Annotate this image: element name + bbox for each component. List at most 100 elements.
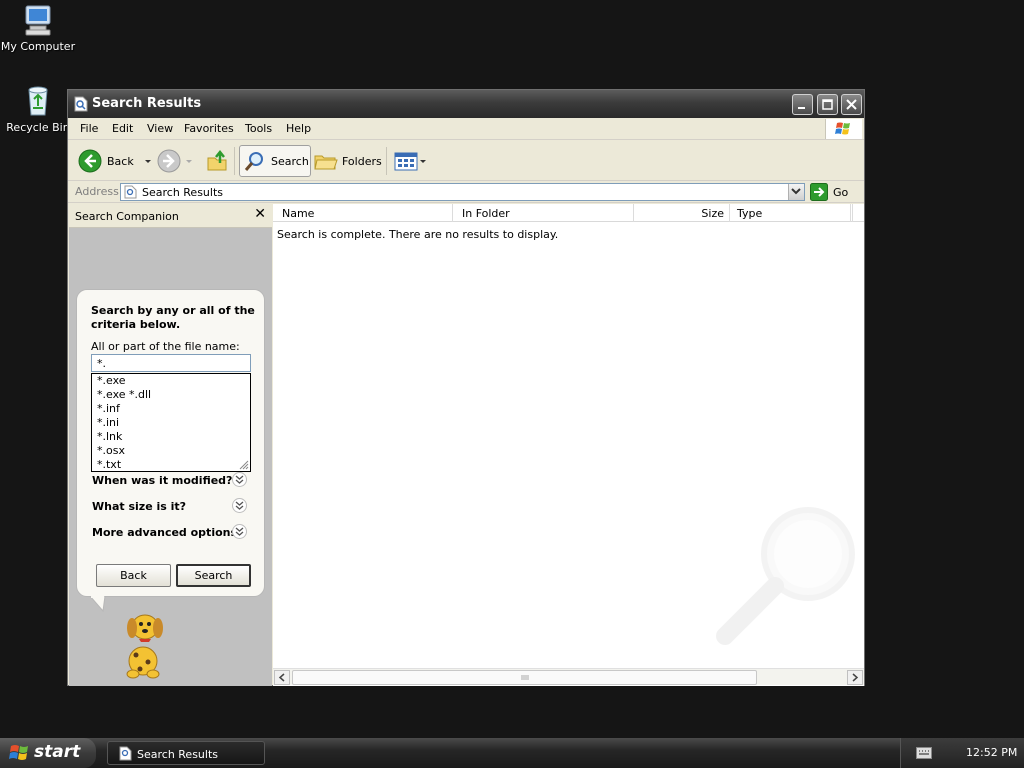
desktop-icon-label: My Computer [0, 40, 76, 53]
views-button[interactable] [394, 145, 428, 177]
go-button[interactable]: Go [810, 183, 848, 201]
menu-file[interactable]: File [80, 122, 98, 135]
folders-button[interactable]: Folders [314, 145, 382, 177]
keyboard-icon[interactable] [916, 747, 932, 759]
search-companion-title: Search Companion [75, 210, 179, 223]
computer-icon [21, 3, 55, 37]
taskbar: start Search Results 12:52 PM [0, 738, 1024, 768]
autocomplete-item[interactable]: *.exe [92, 374, 250, 388]
chevron-down-icon [186, 160, 192, 163]
forward-button[interactable] [157, 145, 194, 177]
chevron-down-icon [420, 160, 426, 163]
double-chevron-down-icon [235, 475, 244, 484]
column-headers: Name In Folder Size Type [273, 204, 864, 222]
menu-view[interactable]: View [147, 122, 173, 135]
address-input[interactable]: Search Results [120, 183, 805, 201]
address-bar: Address Search Results Go [68, 181, 864, 203]
menu-edit[interactable]: Edit [112, 122, 133, 135]
search-icon [244, 152, 263, 171]
expand-date-modified-button[interactable] [232, 472, 247, 487]
column-in-folder[interactable]: In Folder [454, 204, 634, 222]
filename-input[interactable]: *. [91, 354, 251, 372]
double-chevron-down-icon [235, 501, 244, 510]
back-label: Back [107, 154, 134, 168]
autocomplete-item[interactable]: *.ini [92, 416, 250, 430]
back-button[interactable]: Back [78, 145, 153, 177]
expand-size-button[interactable] [232, 498, 247, 513]
minimize-button[interactable] [792, 94, 813, 115]
title-bar[interactable]: Search Results [68, 90, 864, 118]
search-label: Search [271, 154, 309, 168]
search-results-icon [124, 185, 137, 199]
folders-label: Folders [342, 154, 382, 168]
recycle-bin-icon [21, 84, 55, 118]
scroll-right-button[interactable] [847, 670, 863, 685]
start-label: start [34, 742, 81, 762]
menu-help[interactable]: Help [286, 122, 311, 135]
taskbar-button-label: Search Results [137, 748, 219, 761]
search-results-icon [119, 746, 132, 761]
chevron-right-icon [852, 673, 859, 682]
resize-grip-icon[interactable] [238, 459, 249, 470]
address-dropdown-button[interactable] [788, 184, 804, 200]
search-results-icon [74, 96, 88, 112]
filename-label: All or part of the file name: [91, 340, 240, 353]
expand-advanced-button[interactable] [232, 524, 247, 539]
column-type[interactable]: Type [731, 204, 851, 222]
up-folder-icon [207, 149, 227, 171]
search-companion-pane: Search Companion ✕ Search by any or all … [69, 204, 272, 686]
column-more[interactable] [852, 204, 864, 222]
desktop-icon-recycle-bin[interactable]: Recycle Bin [0, 84, 76, 134]
menu-tools[interactable]: Tools [245, 122, 272, 135]
search-status-message: Search is complete. There are no results… [277, 228, 559, 241]
desktop-icon-label: Recycle Bin [6, 121, 70, 134]
back-arrow-icon [78, 149, 102, 173]
autocomplete-item[interactable]: *.inf [92, 402, 250, 416]
horizontal-scrollbar[interactable] [273, 668, 864, 685]
autocomplete-list: *.exe *.exe *.dll *.inf *.ini *.lnk *.os… [91, 373, 251, 472]
balloon-tail [89, 596, 106, 612]
maximize-button[interactable] [817, 94, 838, 115]
magnifier-watermark-icon [716, 507, 855, 645]
search-button[interactable]: Search [239, 145, 311, 177]
autocomplete-item[interactable]: *.txt [92, 458, 250, 471]
clock[interactable]: 12:52 PM [966, 746, 1017, 759]
address-value: Search Results [142, 186, 224, 199]
results-pane: Name In Folder Size Type Search is compl… [273, 204, 864, 686]
menu-bar: File Edit View Favorites Tools Help [68, 118, 864, 140]
chevron-down-icon[interactable] [143, 156, 153, 166]
windows-flag-icon [9, 745, 28, 760]
option-advanced[interactable]: More advanced options [92, 526, 237, 539]
up-folder-button[interactable] [206, 145, 230, 177]
taskbar-button-search-results[interactable]: Search Results [107, 741, 265, 765]
column-name[interactable]: Name [273, 204, 453, 222]
windows-logo-icon [825, 119, 862, 139]
chevron-down-icon [791, 188, 801, 195]
option-size[interactable]: What size is it? [92, 500, 186, 513]
autocomplete-item[interactable]: *.exe *.dll [92, 388, 250, 402]
toolbar: Back Search Folders [68, 141, 864, 181]
close-button[interactable] [841, 94, 862, 115]
folders-icon [314, 155, 338, 170]
close-pane-button[interactable]: ✕ [254, 206, 266, 222]
start-button[interactable]: start [0, 738, 96, 768]
grip-icon [521, 675, 529, 680]
search-heading: Search by any or all of the criteria bel… [91, 304, 255, 331]
go-label: Go [833, 185, 849, 199]
scroll-thumb[interactable] [292, 670, 757, 685]
option-date-modified[interactable]: When was it modified? [92, 474, 232, 487]
search-results-window: Search Results File Edit View Favorites … [67, 89, 865, 686]
autocomplete-item[interactable]: *.osx [92, 444, 250, 458]
column-size[interactable]: Size [635, 204, 730, 222]
scroll-left-button[interactable] [274, 670, 290, 685]
chevron-left-icon [278, 673, 285, 682]
window-title: Search Results [92, 96, 202, 111]
search-companion-header: Search Companion ✕ [69, 204, 272, 228]
search-dog-icon[interactable] [119, 607, 171, 679]
back-button-companion[interactable]: Back [96, 564, 171, 587]
double-chevron-down-icon [235, 527, 244, 536]
search-submit-button[interactable]: Search [176, 564, 251, 587]
menu-favorites[interactable]: Favorites [184, 122, 234, 135]
desktop-icon-my-computer[interactable]: My Computer [0, 3, 76, 53]
autocomplete-item[interactable]: *.lnk [92, 430, 250, 444]
